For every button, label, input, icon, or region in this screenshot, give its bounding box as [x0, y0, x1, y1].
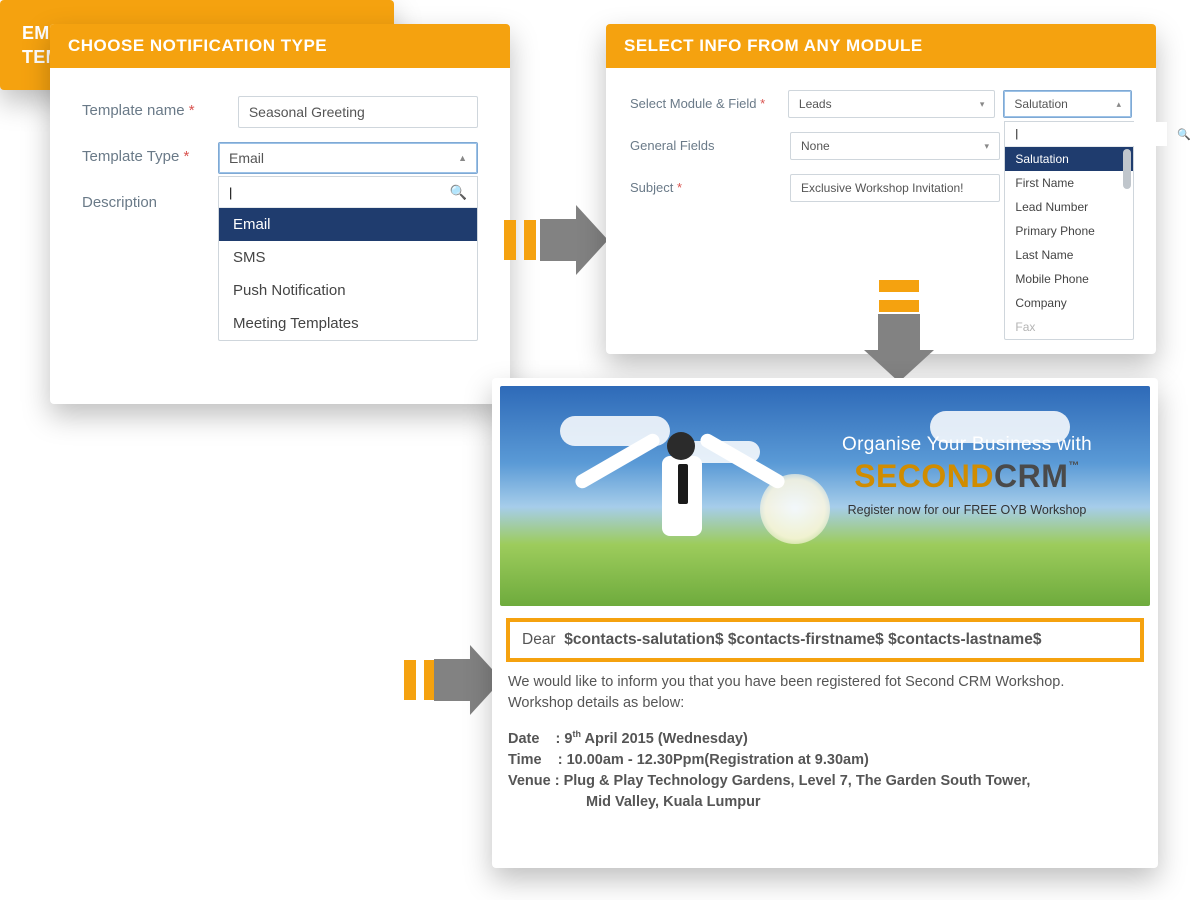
field-opt-firstname[interactable]: First Name [1005, 171, 1133, 195]
dropdown-search-input[interactable] [219, 177, 440, 207]
field-search-input[interactable] [1005, 122, 1167, 146]
preview-dear-box: Dear $contacts-salutation$ $contacts-fir… [506, 618, 1144, 662]
preview-banner: Organise Your Business with SECONDCRM™ R… [500, 386, 1150, 606]
field-opt-leadnumber[interactable]: Lead Number [1005, 195, 1133, 219]
preview-time: Time : 10.00am - 12.30Ppm(Registration a… [508, 750, 1142, 771]
field-opt-lastname[interactable]: Last Name [1005, 243, 1133, 267]
banner-line3: Register now for our FREE OYB Workshop [802, 503, 1132, 517]
field-dropdown: 🔍 Salutation First Name Lead Number Prim… [1004, 121, 1134, 340]
card-email-preview: Organise Your Business with SECONDCRM™ R… [492, 378, 1158, 868]
field-opt-fax[interactable]: Fax [1005, 315, 1133, 339]
banner-person-illustration [570, 416, 790, 576]
connector-bars-3 [404, 660, 436, 700]
label-module: Select Module & Field * [630, 90, 788, 111]
template-type-value: Email [229, 150, 264, 166]
field-opt-mobilephone[interactable]: Mobile Phone [1005, 267, 1133, 291]
arrow-down-1 [864, 314, 934, 382]
template-type-select[interactable]: Email ▲ [218, 142, 478, 174]
connector-bars-2 [879, 280, 919, 312]
card1-header: CHOOSE NOTIFICATION TYPE [50, 24, 510, 68]
arrow-right-1 [540, 205, 608, 275]
preview-body: We would like to inform you that you hav… [508, 672, 1142, 813]
preview-venue-line2: Mid Valley, Kuala Lumpur [508, 792, 1142, 813]
banner-brand: SECONDCRM™ [802, 458, 1132, 495]
search-icon: 🔍 [1167, 128, 1200, 141]
field-value: Salutation [1014, 97, 1067, 111]
dropdown-option-sms[interactable]: SMS [219, 241, 477, 274]
label-template-name: Template name * [82, 96, 238, 119]
card2-header: SELECT INFO FROM ANY MODULE [606, 24, 1156, 68]
chevron-down-icon: ▾ [980, 99, 985, 110]
preview-intro-b: Workshop details as below: [508, 693, 1142, 714]
card-choose-notification: CHOOSE NOTIFICATION TYPE Template name *… [50, 24, 510, 404]
preview-venue: Venue : Plug & Play Technology Gardens, … [508, 771, 1142, 792]
label-template-type: Template Type * [82, 142, 218, 165]
general-value: None [801, 139, 830, 153]
connector-bars-1 [504, 220, 536, 260]
dropdown-option-email[interactable]: Email [219, 208, 477, 241]
template-type-dropdown: 🔍 Email SMS Push Notification Meeting Te… [218, 176, 478, 341]
label-subject: Subject * [630, 174, 790, 195]
subject-input[interactable] [790, 174, 1000, 202]
module-select[interactable]: Leads ▾ [788, 90, 996, 118]
module-value: Leads [799, 97, 832, 111]
dropdown-scrollbar[interactable] [1123, 149, 1131, 189]
chevron-up-icon: ▴ [1116, 99, 1121, 110]
dropdown-option-push[interactable]: Push Notification [219, 274, 477, 307]
chevron-up-icon: ▲ [458, 153, 467, 163]
field-opt-company[interactable]: Company [1005, 291, 1133, 315]
field-select[interactable]: Salutation ▴ 🔍 Salutation First Name Lea… [1003, 90, 1132, 118]
preview-intro-a: We would like to inform you that you hav… [508, 672, 1142, 693]
chevron-down-icon: ▾ [984, 141, 989, 152]
field-opt-salutation[interactable]: Salutation [1005, 147, 1133, 171]
search-icon: 🔍 [440, 184, 477, 201]
dropdown-option-meeting[interactable]: Meeting Templates [219, 307, 477, 340]
banner-line1: Organise Your Business with [802, 434, 1132, 456]
general-fields-select[interactable]: None ▾ [790, 132, 1000, 160]
template-name-input[interactable] [238, 96, 478, 128]
field-opt-primaryphone[interactable]: Primary Phone [1005, 219, 1133, 243]
preview-date: Date : 9th April 2015 (Wednesday) [508, 728, 1142, 750]
label-general: General Fields [630, 132, 790, 153]
